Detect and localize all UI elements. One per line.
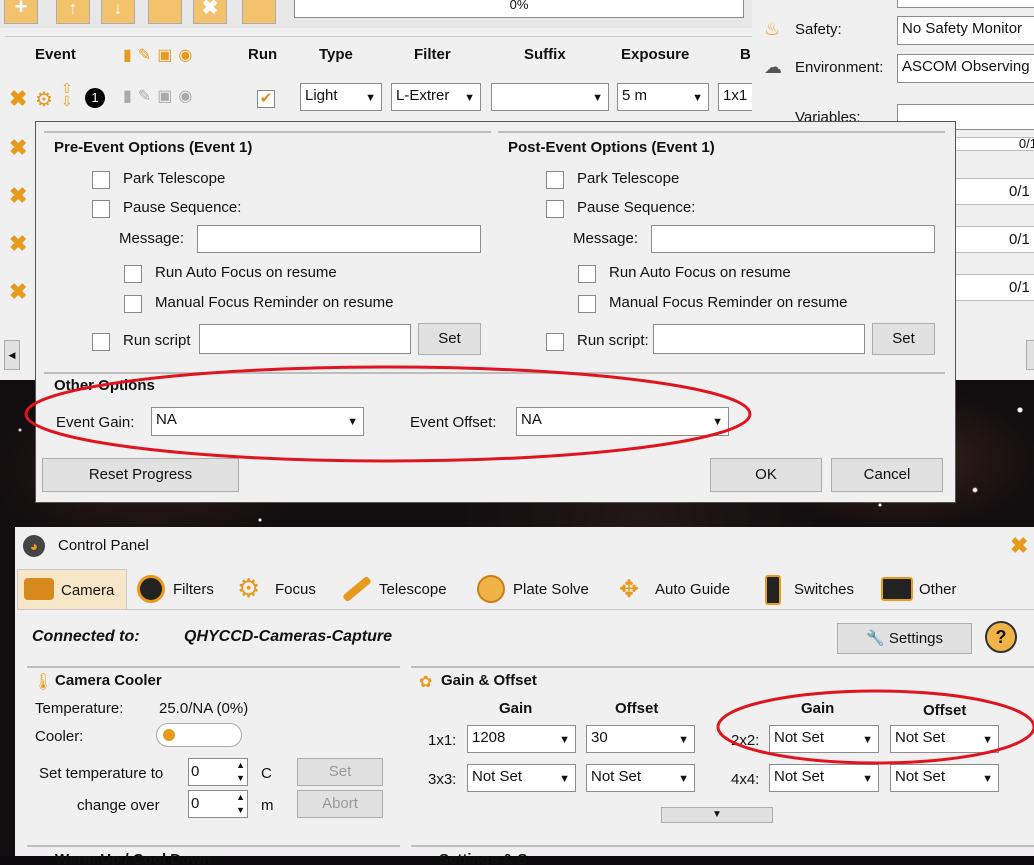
annotation-ellipse-2x2-gain-offset xyxy=(716,689,1034,765)
annotation-ellipse-event-gain-offset xyxy=(24,365,752,463)
annotation-overlay xyxy=(24,365,1034,765)
